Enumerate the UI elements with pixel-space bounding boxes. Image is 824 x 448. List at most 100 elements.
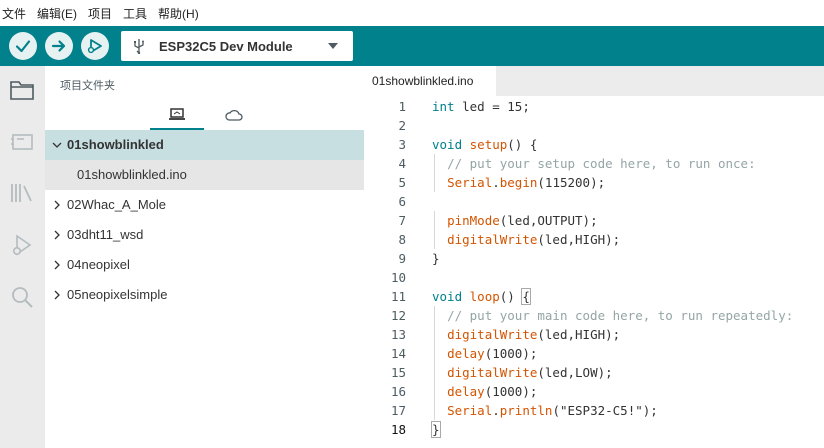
code-line[interactable]: 15 digitalWrite(led,LOW);: [364, 363, 824, 382]
code-line[interactable]: 13 digitalWrite(led,HIGH);: [364, 325, 824, 344]
code-line[interactable]: 1 int led = 15;: [364, 97, 824, 116]
board-name: ESP32C5 Dev Module: [159, 39, 293, 54]
line-number: 4: [398, 156, 406, 171]
line-number: 10: [390, 270, 406, 285]
debug-play-icon: [87, 39, 102, 54]
code-text: void loop() {: [432, 288, 531, 305]
code-line[interactable]: 11 void loop() {: [364, 287, 824, 306]
sidebar-title: 项目文件夹: [60, 80, 115, 92]
folder-icon: [10, 81, 34, 100]
chevron-right-icon: [54, 290, 60, 300]
boards-manager-button[interactable]: [8, 128, 36, 156]
tree-item-label: 04neopixel: [67, 257, 130, 272]
code-area[interactable]: 1 int led = 15; 2 3 void setup() { 4 // put y…: [364, 97, 824, 448]
code-text: pinMode(led,OUTPUT);: [447, 213, 598, 228]
code-line[interactable]: 12 // put your main code here, to run re…: [364, 306, 824, 325]
tree-folder-04neopixel[interactable]: 04neopixel: [45, 250, 364, 280]
code-line[interactable]: 9}: [364, 249, 824, 268]
code-text: delay(1000);: [447, 346, 538, 361]
library-icon: [11, 184, 32, 202]
line-number: 16: [390, 384, 406, 399]
chevron-right-icon: [54, 260, 60, 270]
line-number: 18: [390, 422, 406, 437]
code-line[interactable]: 2: [364, 116, 824, 135]
code-text: digitalWrite(led,HIGH);: [447, 327, 621, 342]
sketchbook-button[interactable]: [8, 76, 36, 104]
tree-item-label: 02Whac_A_Mole: [67, 197, 166, 212]
upload-button[interactable]: [45, 32, 73, 60]
sketchbook-sidebar: 项目文件夹 01showblinkled 01showblinkled.ino …: [45, 66, 364, 448]
line-number: 14: [390, 346, 406, 361]
line-number: 5: [398, 175, 406, 190]
chevron-down-icon: [328, 43, 338, 49]
menu-help[interactable]: 帮助(H): [158, 5, 199, 22]
tree-item-label: 05neopixelsimple: [67, 287, 168, 302]
code-line[interactable]: 7 pinMode(led,OUTPUT);: [364, 211, 824, 230]
code-line[interactable]: 4 // put your setup code here, to run on…: [364, 154, 824, 173]
tree-item-label: 01showblinkled: [67, 137, 164, 152]
code-line[interactable]: 6: [364, 192, 824, 211]
board-selector[interactable]: ESP32C5 Dev Module: [121, 31, 353, 61]
code-line[interactable]: 8 digitalWrite(led,HIGH);: [364, 230, 824, 249]
tree-folder-02whac-a-mole[interactable]: 02Whac_A_Mole: [45, 190, 364, 220]
chevron-down-icon: [52, 142, 62, 148]
code-line[interactable]: 18}: [364, 420, 824, 439]
code-line[interactable]: 3 void setup() {: [364, 135, 824, 154]
cloud-icon: [225, 109, 243, 121]
line-number: 6: [398, 194, 406, 209]
line-number: 17: [390, 403, 406, 418]
menu-edit[interactable]: 编辑(E): [37, 5, 77, 22]
line-number: 15: [390, 365, 406, 380]
code-line[interactable]: 17 Serial.println("ESP32-C5!");: [364, 401, 824, 420]
code-line[interactable]: 16 delay(1000);: [364, 382, 824, 401]
code-text: delay(1000);: [447, 384, 538, 399]
menu-sketch[interactable]: 项目: [88, 5, 112, 22]
menu-bar: 文件 编辑(E) 项目 工具 帮助(H): [0, 0, 824, 26]
tab-local-sketches[interactable]: [150, 100, 204, 130]
library-manager-button[interactable]: [8, 179, 36, 207]
code-text: digitalWrite(led,HIGH);: [447, 232, 621, 247]
tree-file-01showblinkled-ino[interactable]: 01showblinkled.ino: [45, 160, 364, 190]
debug-panel-button[interactable]: [8, 231, 36, 259]
usb-icon: [134, 39, 144, 54]
code-text: }: [431, 421, 441, 438]
menu-tools[interactable]: 工具: [123, 5, 147, 22]
tab-cloud-sketches[interactable]: [207, 100, 261, 130]
tree-folder-01showblinkled[interactable]: 01showblinkled: [45, 130, 364, 160]
chevron-right-icon: [54, 230, 60, 240]
editor-tab-bar: 01showblinkled.ino: [364, 66, 824, 96]
local-sketches-icon: [169, 108, 185, 120]
arrow-right-icon: [51, 40, 66, 52]
line-number: 9: [398, 251, 406, 266]
code-line[interactable]: 10: [364, 268, 824, 287]
line-number: 7: [398, 213, 406, 228]
line-number: 13: [390, 327, 406, 342]
tree-item-label: 01showblinkled.ino: [77, 167, 187, 182]
toolbar: ESP32C5 Dev Module: [0, 26, 824, 66]
line-number: 2: [398, 118, 406, 133]
code-text: digitalWrite(led,LOW);: [447, 365, 613, 380]
code-text: Serial.begin(115200);: [447, 175, 606, 190]
code-line[interactable]: 5 Serial.begin(115200);: [364, 173, 824, 192]
menu-file[interactable]: 文件: [2, 5, 26, 22]
code-text: void setup() {: [432, 137, 538, 152]
tree-folder-05neopixelsimple[interactable]: 05neopixelsimple: [45, 280, 364, 310]
code-text: Serial.println("ESP32-C5!");: [447, 403, 658, 418]
debug-button[interactable]: [81, 32, 109, 60]
line-number: 11: [390, 289, 406, 304]
editor-tab[interactable]: 01showblinkled.ino: [364, 66, 496, 96]
tree-folder-03dht11-wsd[interactable]: 03dht11_wsd: [45, 220, 364, 250]
debug-icon: [13, 234, 32, 256]
verify-button[interactable]: [9, 32, 37, 60]
check-icon: [15, 40, 31, 53]
code-text: }: [432, 251, 440, 266]
activity-bar: [0, 66, 45, 448]
code-text: // put your main code here, to run repea…: [447, 308, 794, 323]
chevron-right-icon: [54, 200, 60, 210]
code-line[interactable]: 14 delay(1000);: [364, 344, 824, 363]
code-text: // put your setup code here, to run once…: [447, 156, 756, 171]
line-number: 1: [398, 99, 406, 114]
line-number: 8: [398, 232, 406, 247]
line-number: 3: [398, 137, 406, 152]
search-button[interactable]: [8, 283, 36, 311]
